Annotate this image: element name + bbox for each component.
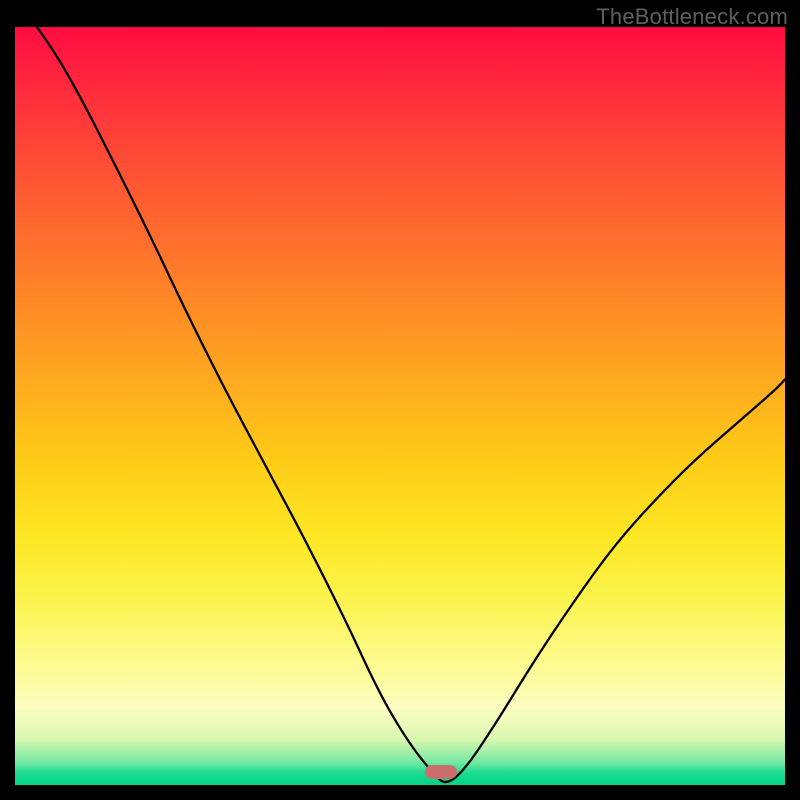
minimum-marker — [425, 765, 457, 779]
bottleneck-curve — [15, 27, 785, 785]
watermark-text: TheBottleneck.com — [596, 4, 788, 30]
plot-area — [15, 27, 785, 785]
chart-frame: TheBottleneck.com — [0, 0, 800, 800]
